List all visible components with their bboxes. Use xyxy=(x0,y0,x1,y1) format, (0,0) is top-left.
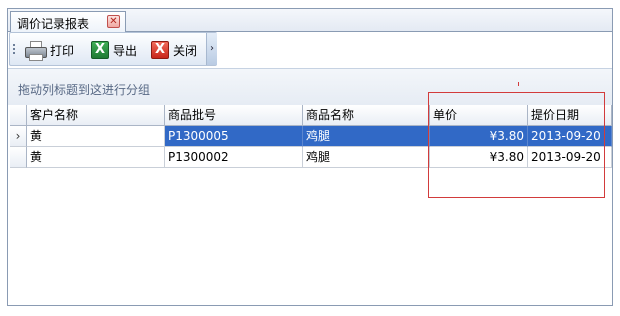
tab-price-adjustment-report[interactable]: 调价记录报表 ✕ xyxy=(10,11,126,32)
product-cell[interactable]: 鸡腿 xyxy=(303,147,430,168)
product-cell[interactable]: 鸡腿 xyxy=(303,126,430,147)
tab-strip: 调价记录报表 ✕ xyxy=(8,9,612,32)
report-window: 调价记录报表 ✕ 打印 X 导出 X 关闭 › 拖动列标题到这进行分组 客户名称… xyxy=(7,8,613,306)
toolbar-overflow-chevron-icon[interactable]: › xyxy=(206,33,217,65)
batch-cell[interactable]: P1300002 xyxy=(165,147,303,168)
table-row[interactable]: 黄 P1300002 鸡腿 ¥3.80 2013-09-20 xyxy=(10,147,612,168)
grid-header-row: 客户名称 商品批号 商品名称 单价 提价日期 xyxy=(10,105,612,126)
column-header-product[interactable]: 商品名称 xyxy=(303,105,430,126)
column-header-customer[interactable]: 客户名称 xyxy=(27,105,165,126)
close-label: 关闭 xyxy=(173,43,198,58)
excel-icon: X xyxy=(91,41,109,59)
customer-cell[interactable]: 黄 xyxy=(27,126,165,147)
export-button[interactable]: X 导出 xyxy=(91,39,137,61)
tab-title: 调价记录报表 xyxy=(17,17,90,31)
toolbar: 打印 X 导出 X 关闭 › xyxy=(9,32,217,66)
date-cell[interactable]: 2013-09-20 xyxy=(528,147,612,168)
column-header-batch[interactable]: 商品批号 xyxy=(165,105,303,126)
group-by-panel[interactable]: 拖动列标题到这进行分组 xyxy=(8,68,612,105)
header-indicator-cell xyxy=(10,105,27,126)
column-header-date[interactable]: 提价日期 xyxy=(528,105,612,126)
printer-icon xyxy=(24,40,47,61)
row-indicator-arrow-icon[interactable]: › xyxy=(10,126,27,147)
row-indicator[interactable] xyxy=(10,147,27,168)
toolbar-grip[interactable] xyxy=(13,44,15,56)
table-row[interactable]: › 黄 P1300005 鸡腿 ¥3.80 2013-09-20 xyxy=(10,126,612,147)
column-header-price[interactable]: 单价 xyxy=(430,105,528,126)
print-button[interactable]: 打印 xyxy=(24,39,74,61)
export-label: 导出 xyxy=(113,43,138,58)
tab-close-icon[interactable]: ✕ xyxy=(107,15,120,28)
print-label: 打印 xyxy=(50,43,75,58)
customer-cell[interactable]: 黄 xyxy=(27,147,165,168)
close-button[interactable]: X 关闭 xyxy=(151,39,197,61)
price-cell[interactable]: ¥3.80 xyxy=(430,126,528,147)
batch-cell[interactable]: P1300005 xyxy=(165,126,303,147)
price-cell[interactable]: ¥3.80 xyxy=(430,147,528,168)
close-icon: X xyxy=(151,41,169,59)
date-cell[interactable]: 2013-09-20 xyxy=(528,126,612,147)
annotation-mark xyxy=(518,82,519,86)
group-by-hint: 拖动列标题到这进行分组 xyxy=(18,83,151,97)
